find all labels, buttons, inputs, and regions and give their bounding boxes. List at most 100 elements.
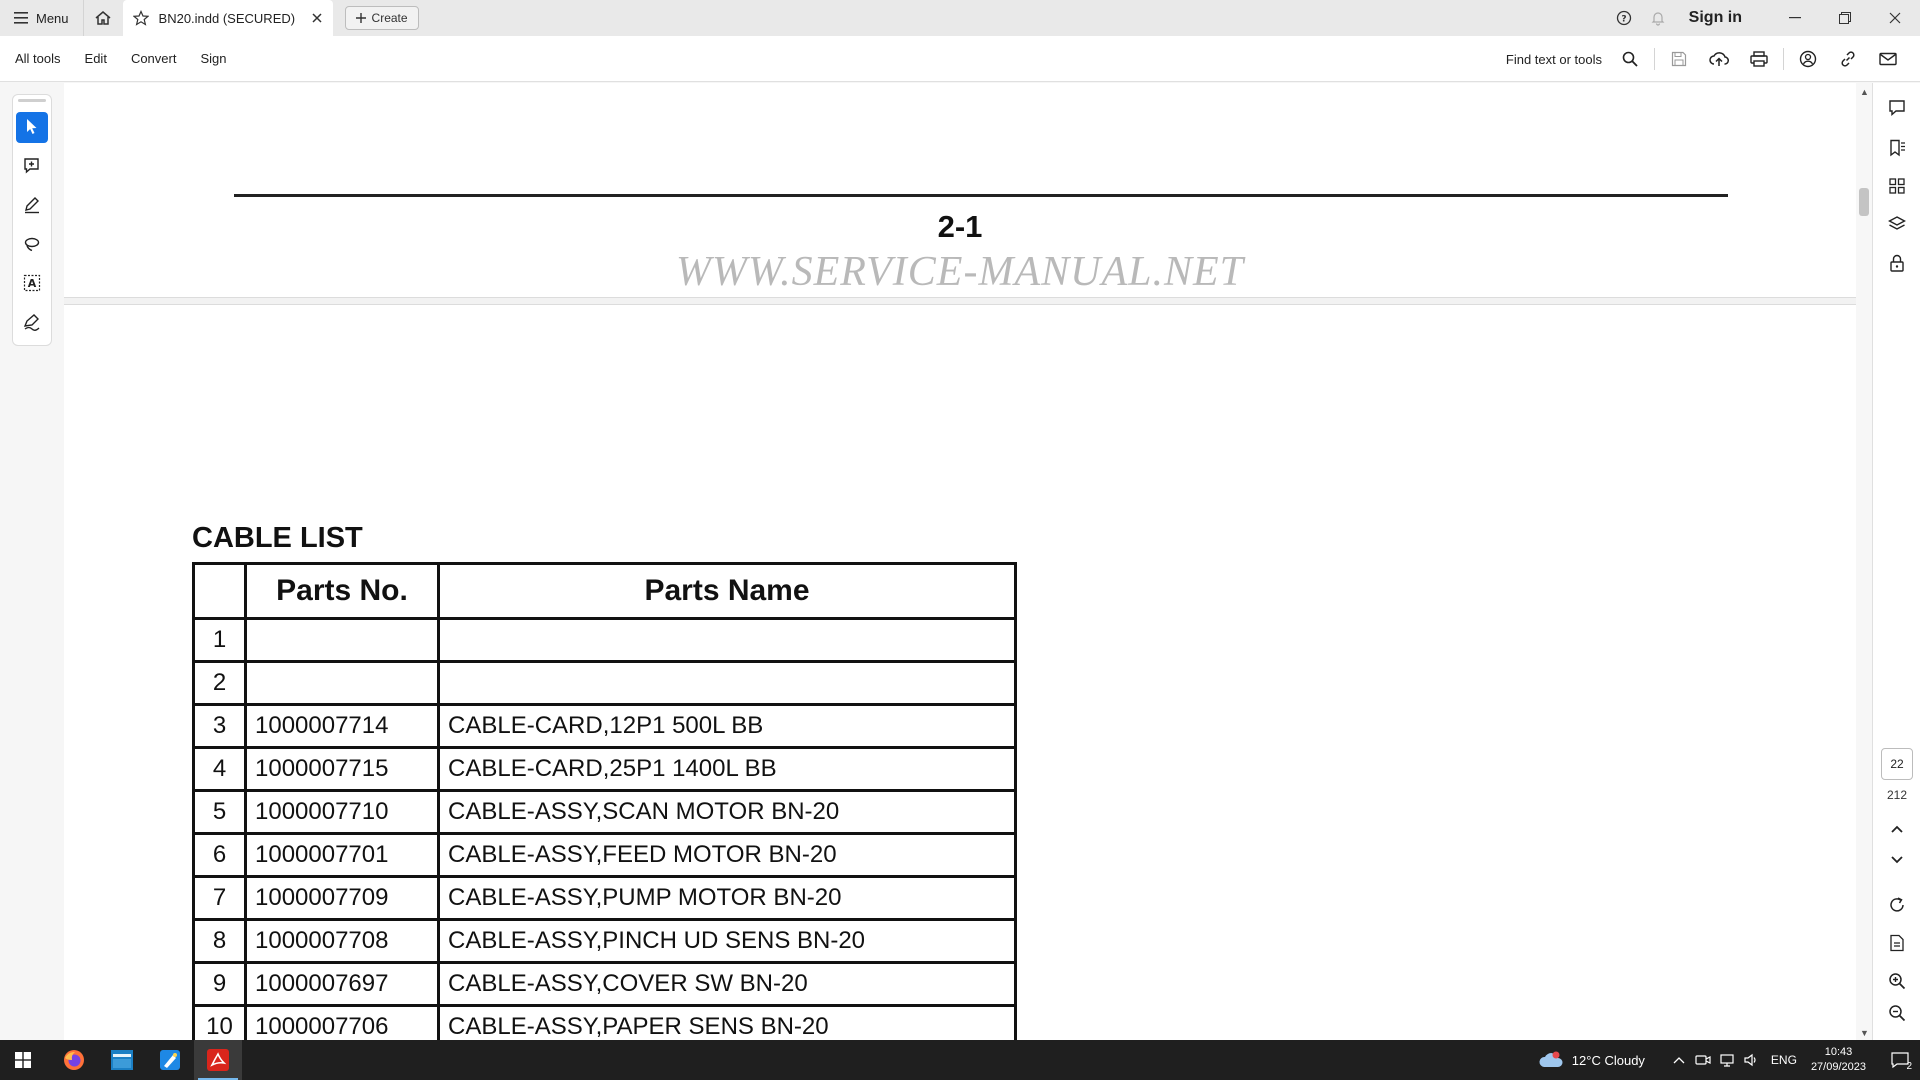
plus-icon (355, 13, 366, 23)
share-user-icon[interactable] (1788, 36, 1828, 82)
toolbar-right: Find text or tools (1506, 36, 1908, 82)
menu-all-tools[interactable]: All tools (0, 36, 73, 82)
link-icon[interactable] (1828, 36, 1868, 82)
menu-edit[interactable]: Edit (73, 36, 119, 82)
menu-button[interactable]: Menu (0, 0, 83, 36)
taskbar-app-window[interactable] (98, 1040, 146, 1080)
taskbar-paint[interactable] (146, 1040, 194, 1080)
table-row: 1 (192, 617, 1017, 663)
title-right-controls: ? Sign in (1607, 0, 1920, 36)
network-icon[interactable] (1715, 1040, 1739, 1080)
draw-tool[interactable] (16, 228, 48, 259)
create-button[interactable]: Create (344, 6, 419, 30)
row-number: 3 (192, 703, 247, 749)
email-icon[interactable] (1868, 36, 1908, 82)
row-number: 8 (192, 918, 247, 964)
minimize-button[interactable] (1770, 0, 1820, 36)
document-tab[interactable]: BN20.indd (SECURED) (122, 0, 333, 36)
row-number: 10 (192, 1004, 247, 1040)
text-select-tool[interactable]: A (16, 267, 48, 298)
menu-label: Menu (36, 10, 69, 26)
table-row: 2 (192, 660, 1017, 706)
table-row: 8 1000007708 CABLE-ASSY,PINCH UD SENS BN… (192, 918, 1017, 964)
notification-center-button[interactable]: 2 (1880, 1040, 1920, 1080)
clock[interactable]: 10:43 27/09/2023 (1811, 1045, 1866, 1075)
quick-tools-panel: A (12, 94, 52, 346)
previous-page-button[interactable] (1881, 814, 1913, 844)
scrollbar-thumb[interactable] (1859, 188, 1869, 216)
svg-text:A: A (28, 277, 37, 290)
menu-convert[interactable]: Convert (119, 36, 189, 82)
page-fit-button[interactable] (1881, 928, 1913, 958)
refresh-icon (1890, 897, 1904, 912)
scroll-up-arrow-icon[interactable]: ▲ (1860, 87, 1869, 97)
taskbar-acrobat[interactable] (194, 1040, 242, 1080)
restore-button[interactable] (1820, 0, 1870, 36)
taskbar-firefox[interactable] (50, 1040, 98, 1080)
header-parts-no: Parts No. (244, 562, 440, 620)
panel-grip[interactable] (18, 99, 46, 102)
comment-plus-icon (24, 158, 39, 174)
paint-icon (160, 1050, 180, 1070)
row-part-name: CABLE-ASSY,COVER SW BN-20 (437, 961, 1017, 1007)
security-panel-button[interactable] (1881, 248, 1913, 278)
row-part-no (244, 660, 440, 706)
windows-logo-icon (15, 1052, 31, 1068)
watermark-text: WWW.SERVICE-MANUAL.NET (676, 249, 1244, 295)
close-window-button[interactable] (1870, 0, 1920, 36)
meeting-camera-icon[interactable] (1691, 1040, 1715, 1080)
home-button[interactable] (82, 0, 123, 36)
menu-sign[interactable]: Sign (188, 36, 238, 82)
close-tab-icon[interactable] (311, 12, 323, 24)
show-hidden-icons-chevron-icon[interactable] (1667, 1040, 1691, 1080)
document-viewport[interactable]: 2-1 WWW.SERVICE-MANUAL.NET CABLE LIST Pa… (64, 83, 1856, 1040)
create-label: Create (371, 11, 408, 25)
find-text-or-tools[interactable]: Find text or tools (1506, 52, 1602, 67)
zoom-out-button[interactable] (1881, 998, 1913, 1028)
thumbnails-panel-button[interactable] (1881, 171, 1913, 201)
layers-panel-button[interactable] (1881, 209, 1913, 239)
search-icon[interactable] (1610, 36, 1650, 82)
page-view-icon (1890, 934, 1904, 952)
weather-widget[interactable]: 12°C Cloudy (1538, 1050, 1645, 1070)
vertical-scrollbar[interactable]: ▲ ▼ (1856, 83, 1872, 1040)
upload-cloud-icon[interactable] (1699, 36, 1739, 82)
row-number: 5 (192, 789, 247, 835)
notifications-bell-icon[interactable] (1641, 0, 1675, 36)
pen-icon (25, 197, 39, 214)
main-toolbar: All tools Edit Convert Sign Find text or… (0, 36, 1920, 82)
save-icon[interactable] (1659, 36, 1699, 82)
table-row: 3 1000007714 CABLE-CARD,12P1 500L BB (192, 703, 1017, 749)
right-side-panel: 22 212 (1872, 83, 1920, 1040)
row-part-no: 1000007697 (244, 961, 440, 1007)
grid-icon (1889, 178, 1905, 194)
scroll-down-arrow-icon[interactable]: ▼ (1860, 1028, 1869, 1038)
rotate-button[interactable] (1881, 890, 1913, 920)
comments-panel-button[interactable] (1881, 93, 1913, 123)
toolbar-separator (1654, 48, 1655, 70)
tab-title: BN20.indd (SECURED) (158, 10, 296, 26)
text-box-icon: A (23, 274, 41, 291)
zoom-in-button[interactable] (1881, 966, 1913, 996)
star-icon[interactable] (132, 10, 149, 26)
sign-tool[interactable] (16, 306, 48, 337)
start-button[interactable] (0, 1040, 46, 1080)
row-part-name: CABLE-ASSY,PUMP MOTOR BN-20 (437, 875, 1017, 921)
add-comment-tool[interactable] (16, 151, 48, 182)
chevron-down-icon (1891, 856, 1903, 864)
help-icon[interactable]: ? (1607, 0, 1641, 36)
section-title: CABLE LIST (192, 522, 363, 554)
volume-icon[interactable] (1739, 1040, 1763, 1080)
row-number: 2 (192, 660, 247, 706)
print-icon[interactable] (1739, 36, 1779, 82)
header-rule (234, 194, 1728, 197)
current-page-input[interactable]: 22 (1881, 748, 1913, 780)
bookmarks-panel-button[interactable] (1881, 133, 1913, 163)
input-language-indicator[interactable]: ENG (1771, 1053, 1797, 1067)
next-page-button[interactable] (1881, 845, 1913, 875)
row-part-name (437, 660, 1017, 706)
sign-in-button[interactable]: Sign in (1675, 9, 1770, 27)
toolbar-separator (1783, 48, 1784, 70)
highlight-tool[interactable] (16, 190, 48, 221)
select-tool[interactable] (16, 111, 48, 143)
